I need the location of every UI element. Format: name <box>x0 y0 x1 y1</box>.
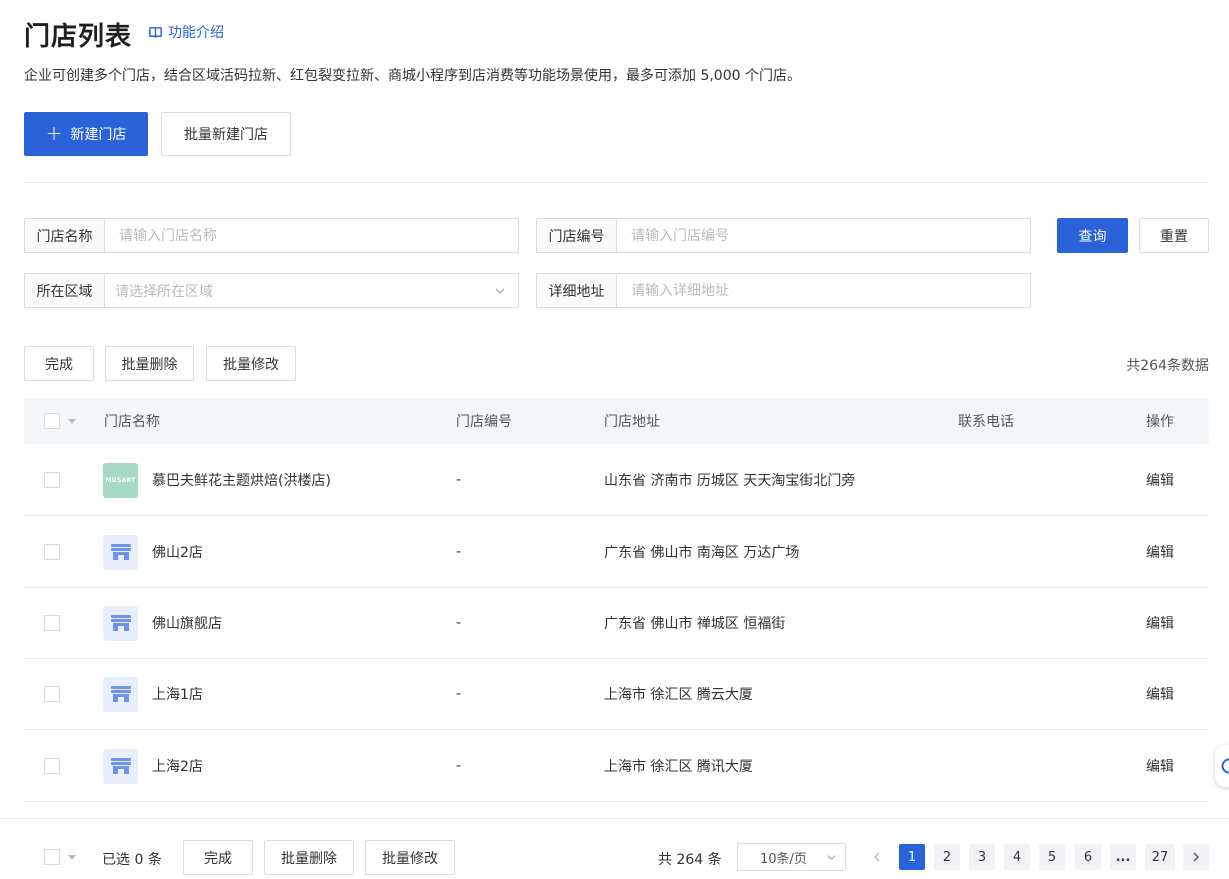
select-all-group <box>44 398 76 444</box>
area-placeholder: 请选择所在区域 <box>115 283 213 300</box>
new-store-label: 新建门店 <box>70 127 127 143</box>
column-actions: 操作 <box>1146 414 1174 430</box>
selected-count: 已选 0 条 <box>102 852 162 868</box>
caret-down-icon[interactable] <box>68 854 76 860</box>
bottom-batch-modify-button[interactable]: 批量修改 <box>365 840 455 875</box>
book-icon <box>149 26 162 38</box>
page-4-button[interactable]: 4 <box>1004 844 1030 870</box>
pagination-total: 共 264 条 <box>658 852 722 868</box>
edit-link[interactable]: 编辑 <box>1146 587 1174 659</box>
page-3-button[interactable]: 3 <box>969 844 995 870</box>
floating-help-button[interactable] <box>1215 745 1229 787</box>
plus-icon: + <box>45 121 63 145</box>
address-input[interactable] <box>617 274 1030 307</box>
column-store-name: 门店名称 <box>104 414 160 430</box>
page-ellipsis[interactable]: ... <box>1110 844 1136 870</box>
feature-intro-link[interactable]: 功能介绍 <box>148 22 224 42</box>
store-name: 佛山2店 <box>152 545 203 561</box>
table-header: 门店名称 门店编号 门店地址 联系电话 操作 <box>24 398 1209 444</box>
store-name: 上海2店 <box>152 759 203 775</box>
edit-link[interactable]: 编辑 <box>1146 516 1174 588</box>
address-filter: 详细地址 <box>536 273 1031 308</box>
store-code: - <box>456 544 462 560</box>
row-checkbox[interactable] <box>44 544 60 560</box>
row-checkbox[interactable] <box>44 686 60 702</box>
feature-intro-label: 功能介绍 <box>168 25 224 41</box>
bottom-select-all-checkbox[interactable] <box>44 849 60 865</box>
store-address: 广东省 佛山市 禅城区 恒福街 <box>604 616 786 632</box>
store-address: 上海市 徐汇区 腾云大厦 <box>604 687 753 703</box>
store-icon <box>103 676 138 712</box>
row-checkbox[interactable] <box>44 615 60 631</box>
table-row: 上海1店 - 上海市 徐汇区 腾云大厦 编辑 <box>24 658 1209 730</box>
edit-link[interactable]: 编辑 <box>1146 444 1174 516</box>
bottom-select-all-group <box>44 849 76 865</box>
chevron-down-icon <box>495 288 505 294</box>
edit-link[interactable]: 编辑 <box>1146 658 1174 730</box>
query-button[interactable]: 查询 <box>1057 218 1128 253</box>
store-icon <box>103 605 138 641</box>
row-checkbox[interactable] <box>44 472 60 488</box>
bottom-done-button[interactable]: 完成 <box>183 840 253 875</box>
store-code: - <box>456 472 462 488</box>
store-name-label: 门店名称 <box>25 219 105 252</box>
store-name: 上海1店 <box>152 687 203 703</box>
row-checkbox[interactable] <box>44 758 60 774</box>
store-icon <box>103 534 138 570</box>
reset-button[interactable]: 重置 <box>1139 218 1209 253</box>
store-icon <box>103 748 138 784</box>
batch-new-store-button[interactable]: 批量新建门店 <box>161 112 291 156</box>
page-1-button[interactable]: 1 <box>899 844 925 870</box>
chevron-right-icon <box>1193 852 1199 862</box>
page-2-button[interactable]: 2 <box>934 844 960 870</box>
column-phone: 联系电话 <box>958 414 1014 430</box>
done-button[interactable]: 完成 <box>24 346 94 381</box>
store-address: 上海市 徐汇区 腾讯大厦 <box>604 759 753 775</box>
edit-link[interactable]: 编辑 <box>1146 730 1174 802</box>
store-name-filter: 门店名称 <box>24 218 519 253</box>
store-name: 慕巴夫鲜花主题烘焙(洪楼店) <box>152 473 331 489</box>
table-row: 佛山旗舰店 - 广东省 佛山市 禅城区 恒福街 编辑 <box>24 587 1209 659</box>
column-store-address: 门店地址 <box>604 414 660 430</box>
area-select[interactable]: 请选择所在区域 <box>105 274 518 307</box>
store-code-label: 门店编号 <box>537 219 617 252</box>
area-label: 所在区域 <box>25 274 105 307</box>
store-address: 广东省 佛山市 南海区 万达广场 <box>604 545 800 561</box>
store-address: 山东省 济南市 历城区 天天淘宝街北门旁 <box>604 473 856 489</box>
batch-modify-button[interactable]: 批量修改 <box>206 346 296 381</box>
section-divider <box>24 182 1207 183</box>
table-row: 佛山2店 - 广东省 佛山市 南海区 万达广场 编辑 <box>24 516 1209 588</box>
batch-delete-button[interactable]: 批量删除 <box>105 346 194 381</box>
store-code-filter: 门店编号 <box>536 218 1031 253</box>
page-size-select[interactable]: 10条/页 <box>737 843 846 871</box>
chevron-down-icon <box>827 854 836 860</box>
caret-down-icon[interactable] <box>68 418 76 424</box>
select-all-checkbox[interactable] <box>44 413 60 429</box>
address-label: 详细地址 <box>537 274 617 307</box>
column-store-code: 门店编号 <box>456 414 512 430</box>
page-27-button[interactable]: 27 <box>1145 844 1175 870</box>
store-name-input[interactable] <box>105 219 518 252</box>
page-6-button[interactable]: 6 <box>1075 844 1101 870</box>
table-row: 上海2店 - 上海市 徐汇区 腾讯大厦 编辑 <box>24 730 1209 802</box>
help-icon <box>1221 758 1229 774</box>
store-code: - <box>456 758 462 774</box>
store-code-input[interactable] <box>617 219 1030 252</box>
page-5-button[interactable]: 5 <box>1039 844 1065 870</box>
page-title: 门店列表 <box>24 22 133 52</box>
store-logo: MUSART <box>103 462 138 498</box>
new-store-button[interactable]: + 新建门店 <box>24 112 148 156</box>
page-size-value: 10条/页 <box>760 851 807 867</box>
bottom-batch-delete-button[interactable]: 批量删除 <box>264 840 354 875</box>
chevron-left-icon <box>874 852 880 862</box>
table-row: MUSART 慕巴夫鲜花主题烘焙(洪楼店) - 山东省 济南市 历城区 天天淘宝… <box>24 444 1209 516</box>
store-code: - <box>456 686 462 702</box>
store-code: - <box>456 615 462 631</box>
page-description: 企业可创建多个门店，结合区域活码拉新、红包裂变拉新、商城小程序到店消费等功能场景… <box>24 68 801 84</box>
next-page-button[interactable] <box>1183 844 1209 870</box>
area-filter: 所在区域 请选择所在区域 <box>24 273 519 308</box>
store-name: 佛山旗舰店 <box>152 616 222 632</box>
total-count: 共264条数据 <box>1126 358 1209 374</box>
prev-page-button[interactable] <box>864 844 890 870</box>
